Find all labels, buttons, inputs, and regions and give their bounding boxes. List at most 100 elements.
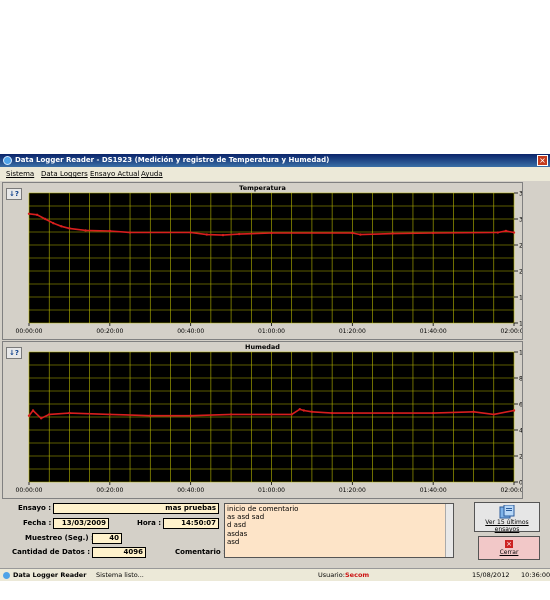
temperature-data-point — [68, 227, 71, 230]
ver-ensayos-button[interactable]: Ver 15 últimos ensayos — [474, 502, 540, 533]
humidity-y-tick-label: 80,0 % — [519, 376, 522, 383]
muestreo-field[interactable]: 40 — [92, 533, 122, 544]
humidity-data-point — [492, 413, 495, 416]
ensayo-field[interactable]: mas pruebas — [53, 503, 219, 514]
humidity-data-point — [431, 411, 435, 415]
comment-line: asdas — [227, 529, 248, 538]
humidity-y-tick-label: 40,0 % — [519, 428, 522, 435]
temperature-x-tick-label: 00:20:00 — [96, 328, 123, 335]
humidity-data-point — [391, 411, 394, 415]
comment-line: d asd — [227, 521, 247, 530]
temperature-data-point — [237, 232, 241, 236]
temperature-y-tick-label: 35,0 ºC — [519, 191, 522, 198]
close-icon: × — [539, 156, 546, 165]
documents-icon — [499, 505, 515, 519]
status-date: 15/08/2012 — [472, 571, 510, 579]
cantidad-field[interactable]: 4096 — [92, 547, 146, 558]
status-bar: Data Logger Reader Sistema listo... Usua… — [0, 568, 550, 581]
status-app-icon — [3, 571, 10, 579]
humidity-x-tick-label: 01:00:00 — [258, 487, 285, 494]
humidity-data-point — [189, 414, 192, 417]
temperature-data-point — [189, 231, 192, 234]
menu-data-loggers[interactable]: Data Loggers — [41, 170, 88, 178]
temperature-y-tick-label: 20,0 ºC — [519, 269, 522, 276]
app-window: Data Logger Reader - DS1923 (Medición y … — [0, 154, 550, 581]
humidity-data-point — [512, 409, 516, 412]
temperature-x-tick-label: 01:20:00 — [339, 328, 366, 335]
comentario-textarea[interactable]: inicio de comentario as asd sad d asd as… — [224, 503, 454, 558]
temperature-x-tick-label: 00:00:00 — [16, 328, 43, 335]
temperature-data-point — [43, 217, 47, 221]
menu-bar: Sistema Data Loggers Ensayo Actual Ayuda — [0, 167, 550, 181]
temperature-data-point — [496, 231, 500, 234]
temperature-data-point — [108, 229, 112, 233]
fecha-field[interactable]: 13/03/2009 — [53, 518, 109, 529]
humidity-data-point — [229, 413, 233, 416]
humidity-panel: Humedad ↓? 100,0 %80,0 %60,0 %40,0 %20,0… — [2, 341, 523, 499]
temperature-data-point — [35, 213, 39, 217]
humidity-x-tick-label: 01:40:00 — [420, 487, 447, 494]
humidity-data-point — [310, 410, 314, 413]
status-time: 10:36:00 — [521, 571, 550, 579]
comment-line: as asd sad — [227, 513, 265, 522]
humidity-data-point — [330, 411, 334, 415]
menu-ayuda[interactable]: Ayuda — [141, 170, 163, 178]
hora-label: Hora : — [137, 519, 162, 527]
comment-line: asd — [227, 537, 240, 546]
comment-line: inicio de comentario — [227, 505, 299, 513]
temperature-data-point — [512, 231, 516, 234]
hora-field[interactable]: 14:50:07 — [163, 518, 219, 529]
temperature-data-point — [504, 229, 508, 233]
title-bar[interactable]: Data Logger Reader - DS1923 (Medición y … — [0, 154, 550, 167]
menu-ensayo-actual[interactable]: Ensayo Actual — [90, 170, 139, 178]
comentario-label: Comentario : — [175, 548, 226, 556]
temperature-x-tick-label: 02:00:00 — [501, 328, 522, 335]
humidity-chart: 100,0 % 80,0 % 60,0 % 40,0 % 20,0 % 0,0 % 00:0… — [16, 350, 522, 495]
ver-ensayos-label: Ver 15 últimos ensayos — [485, 519, 529, 533]
ensayo-label: Ensayo : — [18, 504, 52, 512]
close-icon: × — [505, 540, 513, 548]
humidity-data-point — [31, 409, 35, 412]
humidity-data-point — [351, 411, 354, 415]
temperature-y-tick-label: 30,0 ºC — [519, 217, 522, 224]
humidity-data-point — [39, 417, 43, 420]
temperature-y-tick-label: 15,0 ºC — [519, 295, 522, 302]
info-area: Ensayo : mas pruebas Fecha : 13/03/2009 … — [2, 499, 545, 563]
humidity-data-point — [472, 410, 475, 413]
temperature-y-tick-label: 10,0 ºC — [519, 321, 522, 328]
temperature-data-point — [351, 231, 354, 235]
humidity-data-point — [290, 413, 293, 416]
temperature-data-point — [205, 233, 209, 236]
temperature-data-point — [391, 232, 394, 235]
temperature-data-point — [359, 233, 362, 236]
temperature-panel: Temperatura ↓? 35,0 ºC30,0 ºC25,0 ºC20,0… — [2, 182, 523, 340]
menu-sistema[interactable]: Sistema — [6, 170, 34, 178]
humidity-data-point — [68, 411, 71, 415]
humidity-data-point — [149, 414, 152, 417]
status-app-name: Data Logger Reader — [13, 571, 87, 579]
humidity-data-point — [27, 414, 31, 417]
humidity-x-tick-label: 02:00:00 — [501, 487, 522, 494]
fecha-label: Fecha : — [23, 519, 52, 527]
humidity-y-tick-label: 100,0 % — [519, 350, 522, 357]
cerrar-button[interactable]: × Cerrar — [478, 536, 540, 560]
usuario-value: Secom — [345, 571, 370, 579]
temperature-data-point — [431, 231, 435, 235]
cantidad-label: Cantidad de Datos : — [12, 548, 91, 556]
humidity-y-tick-label: 60,0 % — [519, 402, 522, 409]
comment-scrollbar[interactable] — [445, 504, 453, 557]
humidity-x-tick-label: 00:40:00 — [177, 487, 204, 494]
temperature-data-point — [221, 233, 225, 237]
temperature-data-point — [27, 212, 31, 215]
humidity-data-point — [108, 413, 112, 416]
humidity-data-point — [48, 413, 51, 416]
humidity-y-tick-label: 0,0 % — [519, 480, 522, 487]
close-button[interactable]: × — [537, 155, 548, 166]
temperature-data-point — [128, 231, 132, 234]
window-title: Data Logger Reader - DS1923 (Medición y … — [15, 156, 330, 164]
humidity-y-tick-label: 20,0 % — [519, 454, 522, 461]
humidity-data-point — [270, 413, 273, 416]
humidity-data-point — [302, 409, 306, 412]
humidity-x-tick-label: 00:20:00 — [96, 487, 123, 494]
temperature-data-point — [60, 225, 63, 228]
